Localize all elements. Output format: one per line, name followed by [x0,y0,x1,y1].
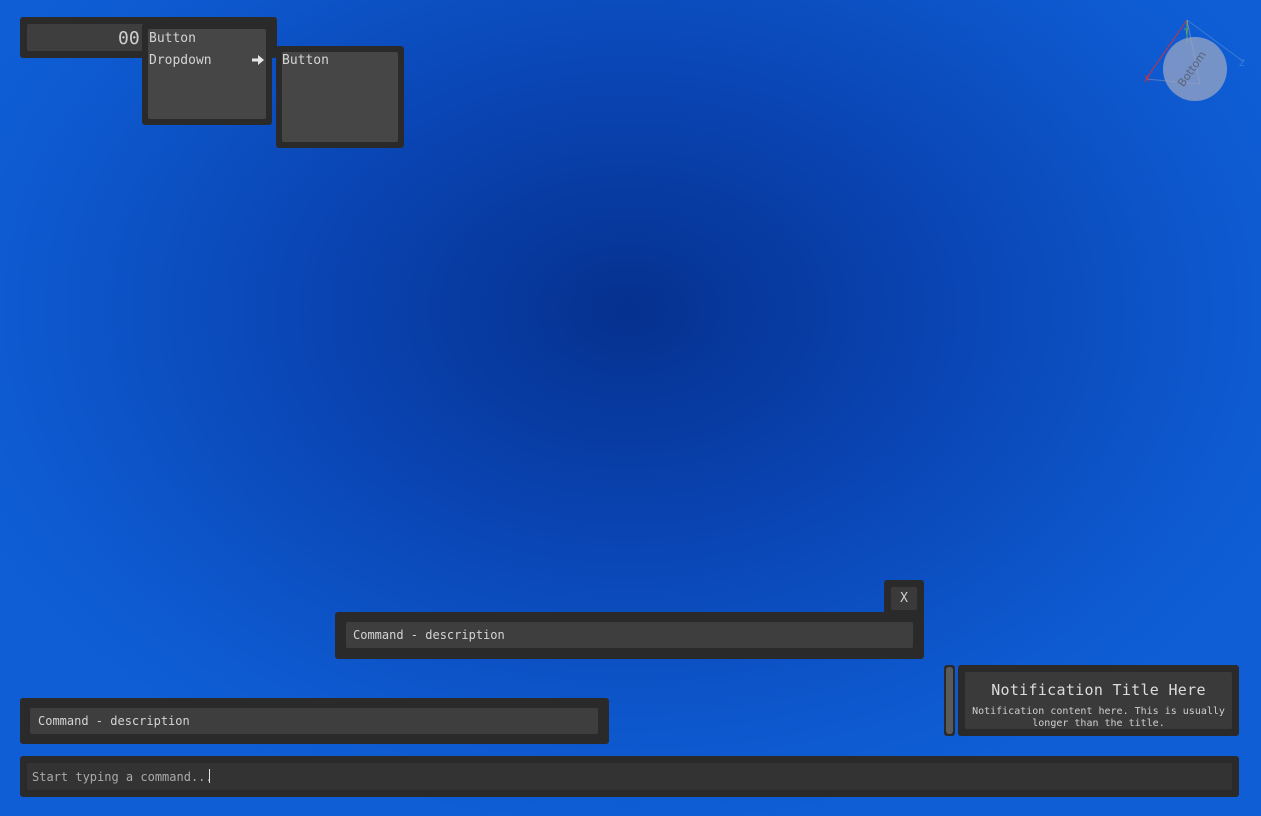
arrow-right-icon [252,55,264,65]
counter-value: 00 [118,28,140,49]
submenu-item-button[interactable]: Button [282,53,329,68]
notification-content: Notification content here. This is usual… [972,706,1225,729]
command-row[interactable]: Command - description [30,708,598,734]
scrollbar-thumb[interactable] [946,667,953,734]
command-popup: Command - description [335,612,924,659]
notification-scrollbar[interactable] [944,665,955,736]
command-row[interactable]: Command - description [346,622,913,648]
command-list: Command - description [20,698,609,744]
x-axis-label: X [1144,75,1150,85]
notification[interactable]: Notification Title Here Notification con… [958,665,1239,736]
y-axis-label: Y [1183,27,1189,36]
command-row-text: Command - description [38,714,190,728]
text-caret [209,769,210,783]
command-input[interactable] [32,763,1222,790]
command-bar [20,756,1239,797]
notification-body: Notification Title Here Notification con… [965,672,1232,729]
orientation-gizmo[interactable]: Bottom X Y Z [1140,14,1250,104]
close-button[interactable]: X [891,587,917,610]
command-row-text: Command - description [353,628,505,642]
z-axis-label: Z [1239,59,1245,69]
menu-item-dropdown[interactable]: Dropdown [149,53,212,68]
notification-title: Notification Title Here [991,681,1206,699]
menu-item-button[interactable]: Button [149,31,196,46]
command-input-field[interactable] [27,763,1232,790]
